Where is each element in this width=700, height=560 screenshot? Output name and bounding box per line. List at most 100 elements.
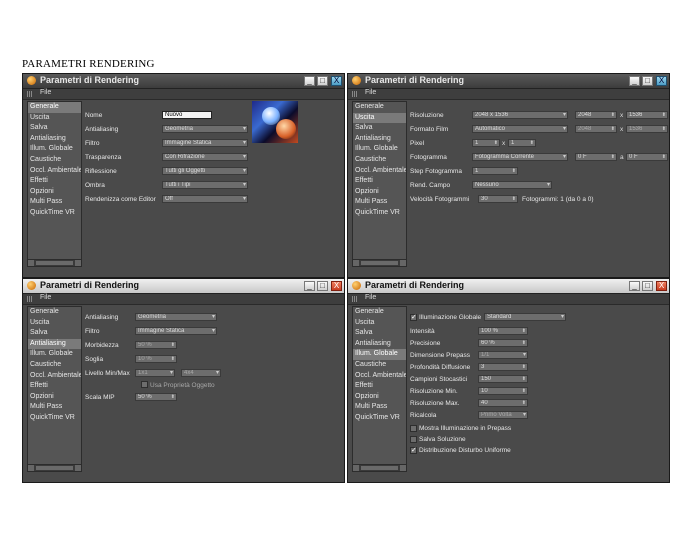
- close-button[interactable]: X: [656, 76, 667, 86]
- rend-campo-select[interactable]: Nessuno: [472, 181, 552, 189]
- menu-file[interactable]: File: [40, 89, 51, 96]
- sidebar-scrollbar[interactable]: [28, 259, 81, 266]
- rendi-editor-select[interactable]: Off: [162, 195, 248, 203]
- sidebar-item-effetti[interactable]: Effetti: [353, 381, 406, 392]
- usa-proprieta-checkbox[interactable]: [141, 381, 148, 388]
- sidebar-item-multi-pass[interactable]: Multi Pass: [353, 402, 406, 413]
- filtro-select[interactable]: Immagine Statica: [135, 327, 217, 335]
- sidebar-item-generale[interactable]: Generale: [353, 307, 406, 318]
- res-height-input[interactable]: 1536: [626, 111, 668, 119]
- riflessione-select[interactable]: Tutti gli Oggetti: [162, 167, 248, 175]
- livello-min-select[interactable]: 1x1: [135, 369, 175, 377]
- pixel-b-input[interactable]: 1: [508, 139, 536, 147]
- sidebar-item-antialiasing[interactable]: Antialiasing: [353, 134, 406, 145]
- sidebar-item-salva[interactable]: Salva: [353, 328, 406, 339]
- film-height-input[interactable]: 1536: [626, 125, 668, 133]
- res-width-input[interactable]: 2048: [575, 111, 617, 119]
- maximize-button[interactable]: □: [317, 76, 328, 86]
- risoluzione-select[interactable]: 2048 x 1536: [472, 111, 568, 119]
- maximize-button[interactable]: □: [317, 281, 328, 291]
- sidebar-scrollbar[interactable]: [28, 464, 81, 471]
- morbidezza-input[interactable]: 50 %: [135, 341, 177, 349]
- sidebar-item-multi-pass[interactable]: Multi Pass: [28, 197, 81, 208]
- soglia-input[interactable]: 10 %: [135, 355, 177, 363]
- sidebar-item-effetti[interactable]: Effetti: [28, 381, 81, 392]
- scala-mip-input[interactable]: 50 %: [135, 393, 177, 401]
- risoluzione-max-input[interactable]: 40: [478, 399, 528, 407]
- sidebar-item-generale[interactable]: Generale: [28, 307, 81, 318]
- ricalcola-select[interactable]: Primo Volta: [478, 411, 528, 419]
- dimensione-prepass-select[interactable]: 1/1: [478, 351, 528, 359]
- sidebar-item-occl-ambientale[interactable]: Occl. Ambientale: [28, 371, 81, 382]
- minimize-button[interactable]: _: [304, 281, 315, 291]
- sidebar-item-generale[interactable]: Generale: [353, 102, 406, 113]
- illuminazione-globale-checkbox[interactable]: ✓: [410, 314, 417, 321]
- sidebar-item-salva[interactable]: Salva: [28, 123, 81, 134]
- film-width-input[interactable]: 2048: [575, 125, 617, 133]
- close-button[interactable]: X: [331, 281, 342, 291]
- close-button[interactable]: X: [656, 281, 667, 291]
- minimize-button[interactable]: _: [629, 76, 640, 86]
- illuminazione-globale-select[interactable]: Standard: [484, 313, 566, 321]
- precisione-input[interactable]: 60 %: [478, 339, 528, 347]
- sidebar-item-caustiche[interactable]: Caustiche: [353, 155, 406, 166]
- maximize-button[interactable]: □: [642, 281, 653, 291]
- sidebar-item-illum-globale[interactable]: Illum. Globale: [28, 144, 81, 155]
- sidebar-item-occl-ambientale[interactable]: Occl. Ambientale: [353, 371, 406, 382]
- close-button[interactable]: X: [331, 76, 342, 86]
- sidebar-item-occl-ambientale[interactable]: Occl. Ambientale: [353, 166, 406, 177]
- antialiasing-select[interactable]: Geometria: [162, 125, 248, 133]
- sidebar-item-effetti[interactable]: Effetti: [353, 176, 406, 187]
- risoluzione-min-input[interactable]: 10: [478, 387, 528, 395]
- sidebar-item-antialiasing[interactable]: Antialiasing: [28, 338, 81, 350]
- formato-film-select[interactable]: Automatico: [472, 125, 568, 133]
- sidebar-item-caustiche[interactable]: Caustiche: [28, 155, 81, 166]
- sidebar-item-illum-globale[interactable]: Illum. Globale: [28, 349, 81, 360]
- sidebar-item-occl-ambientale[interactable]: Occl. Ambientale: [28, 166, 81, 177]
- sidebar-item-multi-pass[interactable]: Multi Pass: [353, 197, 406, 208]
- sidebar-item-uscita[interactable]: Uscita: [353, 318, 406, 329]
- sidebar-item-opzioni[interactable]: Opzioni: [353, 392, 406, 403]
- frame-to-input[interactable]: 0 F: [626, 153, 668, 161]
- trasparenza-select[interactable]: Con Rifrazione: [162, 153, 248, 161]
- sidebar-item-antialiasing[interactable]: Antialiasing: [28, 134, 81, 145]
- filtro-select[interactable]: Immagine Statica: [162, 139, 248, 147]
- sidebar-item-salva[interactable]: Salva: [28, 328, 81, 339]
- sidebar-item-generale[interactable]: Generale: [28, 102, 81, 113]
- menu-file[interactable]: File: [365, 294, 376, 301]
- frame-from-input[interactable]: 0 F: [575, 153, 617, 161]
- title-bar[interactable]: Parametri di Rendering _ □ X: [348, 279, 669, 294]
- sidebar-item-quicktime-vr[interactable]: QuickTime VR: [353, 413, 406, 424]
- distribuzione-disturbo-checkbox[interactable]: ✓: [410, 447, 417, 454]
- minimize-button[interactable]: _: [304, 76, 315, 86]
- sidebar-item-uscita[interactable]: Uscita: [353, 112, 406, 124]
- ombra-select[interactable]: Tutti i Tipi: [162, 181, 248, 189]
- sidebar-item-quicktime-vr[interactable]: QuickTime VR: [28, 208, 81, 219]
- intensita-input[interactable]: 100 %: [478, 327, 528, 335]
- step-fotogramma-input[interactable]: 1: [472, 167, 518, 175]
- sidebar-item-illum-globale[interactable]: Illum. Globale: [353, 349, 406, 360]
- sidebar-item-antialiasing[interactable]: Antialiasing: [353, 339, 406, 350]
- pixel-a-input[interactable]: 1: [472, 139, 500, 147]
- sidebar-item-quicktime-vr[interactable]: QuickTime VR: [28, 413, 81, 424]
- campioni-stocastici-input[interactable]: 150: [478, 375, 528, 383]
- menu-file[interactable]: File: [365, 89, 376, 96]
- title-bar[interactable]: Parametri di Rendering _ □ X: [23, 74, 344, 89]
- mostra-illuminazione-checkbox[interactable]: [410, 425, 417, 432]
- sidebar-item-uscita[interactable]: Uscita: [28, 113, 81, 124]
- sidebar-scrollbar[interactable]: [353, 259, 406, 266]
- sidebar-item-caustiche[interactable]: Caustiche: [28, 360, 81, 371]
- nome-input[interactable]: Nuovo: [162, 111, 212, 119]
- menu-file[interactable]: File: [40, 294, 51, 301]
- sidebar-item-illum-globale[interactable]: Illum. Globale: [353, 144, 406, 155]
- sidebar-item-opzioni[interactable]: Opzioni: [28, 392, 81, 403]
- livello-max-select[interactable]: 4x4: [181, 369, 221, 377]
- sidebar-item-salva[interactable]: Salva: [353, 123, 406, 134]
- sidebar-item-opzioni[interactable]: Opzioni: [353, 187, 406, 198]
- sidebar-scrollbar[interactable]: [353, 464, 406, 471]
- maximize-button[interactable]: □: [642, 76, 653, 86]
- velocita-fotogrammi-input[interactable]: 30: [478, 195, 518, 203]
- sidebar-item-multi-pass[interactable]: Multi Pass: [28, 402, 81, 413]
- title-bar[interactable]: Parametri di Rendering _ □ X: [348, 74, 669, 89]
- sidebar-item-caustiche[interactable]: Caustiche: [353, 360, 406, 371]
